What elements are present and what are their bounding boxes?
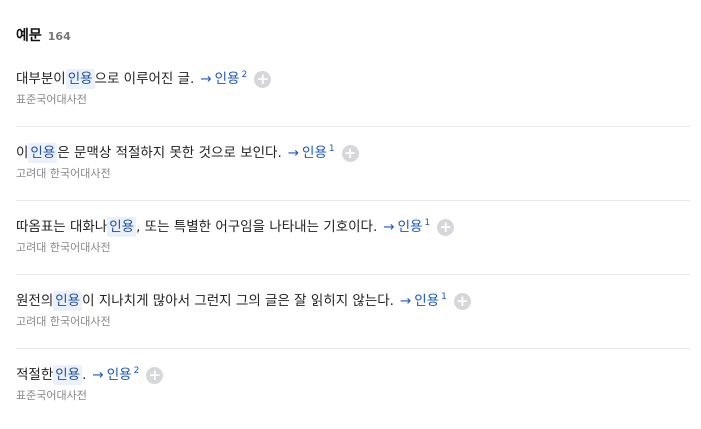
homograph-number: 2	[133, 366, 140, 376]
dictionary-source: 표준국어대사전	[16, 93, 87, 106]
sentence-text-post: , 또는 특별한 어구임을 나타내는 기호이다.	[136, 219, 378, 235]
entry-link[interactable]: 인용	[414, 291, 439, 311]
example-count: 164	[47, 30, 71, 43]
example-sentence: 이 인용 은 문맥상 적절하지 못한 것으로 보인다. → 인용 1 +	[16, 143, 690, 163]
arrow-right-icon: →	[383, 219, 395, 235]
highlighted-keyword: 인용	[28, 143, 58, 163]
highlighted-keyword: 인용	[53, 365, 83, 385]
example-list: 대부분이 인용 으로 이루어진 글. → 인용 2 + 표준국어대사전 이 인용 은 문…	[16, 53, 690, 423]
list-item: 대부분이 인용 으로 이루어진 글. → 인용 2 + 표준국어대사전	[16, 53, 690, 127]
arrow-right-icon: →	[200, 71, 212, 87]
highlighted-keyword: 인용	[53, 291, 83, 311]
list-item: 원전의 인용 이 지나치게 많아서 그런지 그의 글은 잘 읽히지 않는다. → 인…	[16, 275, 690, 349]
highlighted-keyword: 인용	[65, 69, 95, 89]
plus-circle-icon[interactable]: +	[453, 292, 471, 310]
arrow-right-icon: →	[92, 367, 104, 383]
entry-link[interactable]: 인용	[398, 217, 423, 237]
dictionary-source: 표준국어대사전	[16, 389, 87, 402]
dictionary-source: 고려대 한국어대사전	[16, 167, 111, 180]
homograph-number: 2	[241, 70, 248, 80]
plus-circle-icon[interactable]: +	[254, 70, 272, 88]
homograph-number: 1	[441, 292, 447, 302]
highlighted-keyword: 인용	[107, 217, 137, 237]
arrow-right-icon: →	[287, 145, 300, 161]
homograph-number: 1	[424, 218, 431, 228]
sentence-text-pre: 대부분이	[16, 71, 66, 87]
example-sentences-panel: 예문 164 대부분이 인용 으로 이루어진 글. → 인용 2 + 표준국어대사전 …	[0, 0, 701, 429]
example-sentence: 원전의 인용 이 지나치게 많아서 그런지 그의 글은 잘 읽히지 않는다. → 인…	[16, 291, 690, 311]
section-title: 예문	[16, 28, 42, 44]
sentence-text-pre: 원전의	[16, 293, 54, 309]
arrow-right-icon: →	[399, 293, 412, 309]
sentence-text-post: 은 문맥상 적절하지 못한 것으로 보인다.	[57, 145, 282, 161]
list-item: 따옴표는 대화나 인용, 또는 특별한 어구임을 나타내는 기호이다. → 인용 1…	[16, 201, 690, 275]
homograph-number: 1	[328, 144, 335, 154]
dictionary-source: 고려대 한국어대사전	[16, 241, 111, 254]
plus-circle-icon[interactable]: +	[341, 144, 359, 162]
entry-link[interactable]: 인용	[302, 143, 327, 163]
section-header: 예문 164	[16, 25, 71, 45]
sentence-text-pre: 적절한	[16, 367, 54, 383]
example-sentence: 따옴표는 대화나 인용, 또는 특별한 어구임을 나타내는 기호이다. → 인용 1…	[16, 217, 690, 237]
example-sentence: 대부분이 인용 으로 이루어진 글. → 인용 2 +	[16, 69, 690, 89]
sentence-text-pre: 따옴표는 대화나	[16, 219, 108, 235]
plus-circle-icon[interactable]: +	[437, 218, 455, 236]
sentence-text-post: 이 지나치게 많아서 그런지 그의 글은 잘 읽히지 않는다.	[82, 293, 394, 309]
list-item: 적절한 인용. → 인용 2 + 표준국어대사전	[16, 349, 690, 423]
example-sentence: 적절한 인용. → 인용 2 +	[16, 365, 690, 385]
entry-link[interactable]: 인용	[215, 69, 240, 89]
sentence-text-post: 으로 이루어진 글.	[94, 71, 195, 87]
list-item: 이 인용 은 문맥상 적절하지 못한 것으로 보인다. → 인용 1 + 고려대 한국…	[16, 127, 690, 201]
plus-circle-icon[interactable]: +	[146, 366, 164, 384]
sentence-text-post: .	[82, 367, 87, 383]
dictionary-source: 고려대 한국어대사전	[16, 315, 111, 328]
entry-link[interactable]: 인용	[107, 365, 132, 385]
sentence-text-pre: 이	[16, 145, 29, 161]
